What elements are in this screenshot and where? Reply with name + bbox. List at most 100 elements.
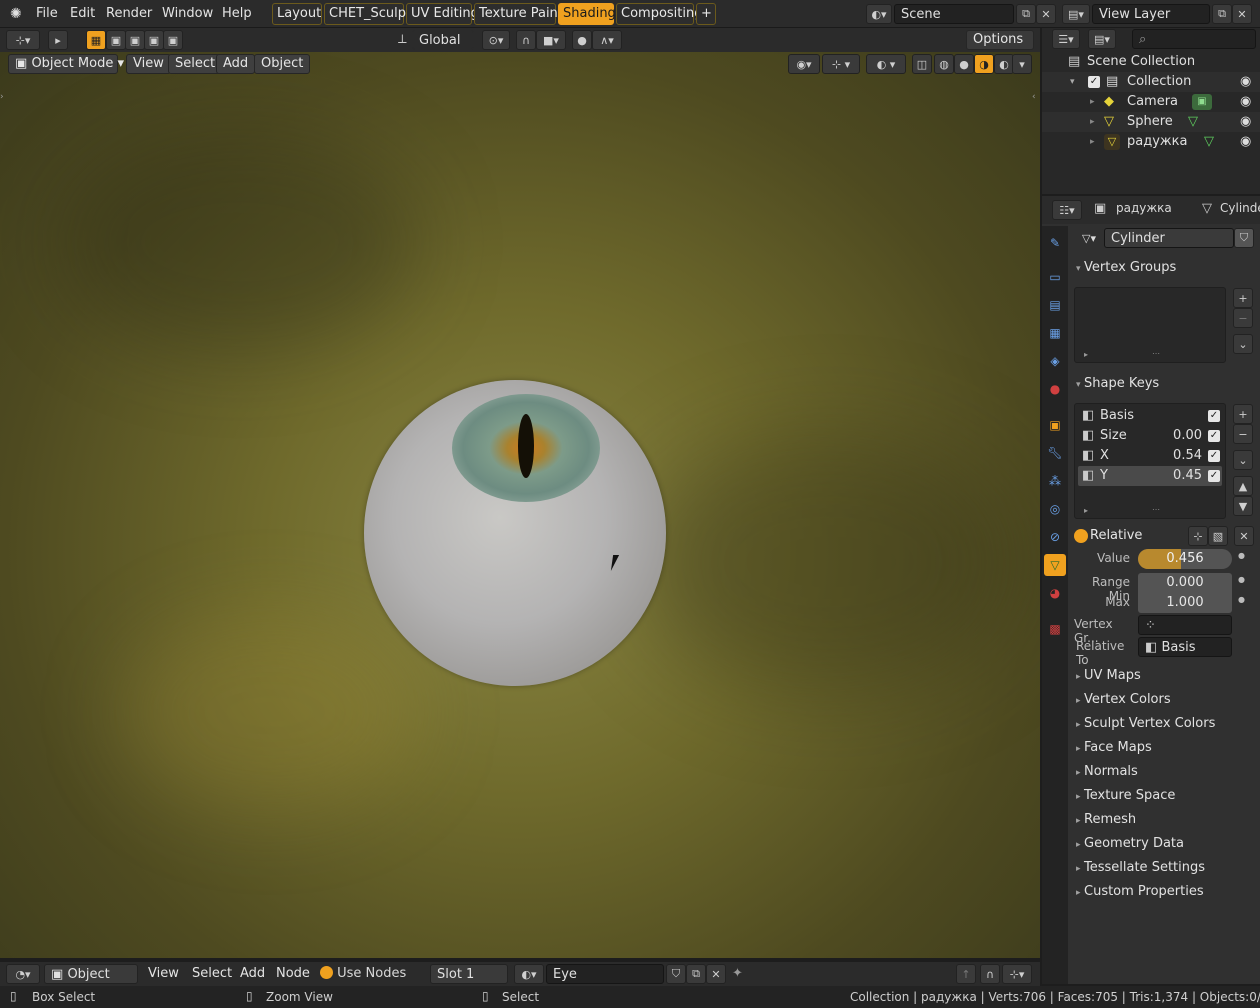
range-min-field[interactable]: 0.000: [1138, 573, 1232, 593]
add-vertex-group-icon[interactable]: +: [1233, 288, 1253, 308]
shape-key-y[interactable]: ◧ Y 0.45 ✓: [1078, 466, 1222, 486]
shape-key-size[interactable]: ◧ Size 0.00 ✓: [1078, 426, 1222, 446]
shape-key-mute-checkbox[interactable]: ✓: [1208, 430, 1220, 442]
outliner-collection[interactable]: ▾ ✓ ▤ Collection ◉: [1042, 72, 1260, 92]
panel-face-maps[interactable]: ▸ Face Maps: [1070, 737, 1260, 759]
select-tool-icon[interactable]: ▸: [48, 30, 68, 50]
fake-user-shield-icon[interactable]: ⛉: [1234, 228, 1254, 248]
shader-menu-node[interactable]: Node: [270, 964, 316, 984]
visibility-eye-icon[interactable]: ◉: [1240, 72, 1251, 92]
view-layer-tab-icon[interactable]: ▦: [1044, 322, 1066, 344]
move-shape-key-up-icon[interactable]: ▲: [1233, 476, 1253, 496]
value-slider[interactable]: 0.456: [1138, 549, 1232, 569]
panel-normals[interactable]: ▸ Normals: [1070, 761, 1260, 783]
panel-shape-keys[interactable]: ▾ Shape Keys: [1070, 373, 1260, 395]
panel-uv-maps[interactable]: ▸ UV Maps: [1070, 665, 1260, 687]
outliner-item-camera[interactable]: ▸ ◆ Camera ▣ ◉: [1042, 92, 1260, 112]
shape-key-mute-checkbox[interactable]: ✓: [1208, 450, 1220, 462]
shape-key-basis[interactable]: ◧ Basis ✓: [1078, 406, 1222, 426]
panel-vertex-groups[interactable]: ▾ Vertex Groups: [1070, 257, 1260, 279]
visibility-icon[interactable]: ◉▾: [788, 54, 820, 74]
menu-render[interactable]: Render: [100, 4, 158, 24]
constraints-tab-icon[interactable]: ⊘: [1044, 526, 1066, 548]
outliner-search-input[interactable]: ⌕: [1132, 29, 1256, 49]
mesh-browse-icon[interactable]: ▽▾: [1074, 228, 1104, 248]
collection-checkbox[interactable]: ✓: [1088, 76, 1100, 88]
wireframe-shading-icon[interactable]: ◍: [934, 54, 954, 74]
pivot-icon[interactable]: ⊙▾: [482, 30, 510, 50]
proportional-edit-icon[interactable]: ●: [572, 30, 592, 50]
shader-menu-view[interactable]: View: [142, 964, 185, 984]
solid-shading-icon[interactable]: ●: [954, 54, 974, 74]
texture-tab-icon[interactable]: ▩: [1044, 618, 1066, 640]
panel-texture-space[interactable]: ▸ Texture Space: [1070, 785, 1260, 807]
view-layer-new-icon[interactable]: ⧉: [1212, 4, 1232, 24]
material-new-icon[interactable]: ⧉: [686, 964, 706, 984]
panel-vertex-colors[interactable]: ▸ Vertex Colors: [1070, 689, 1260, 711]
material-browse-icon[interactable]: ◐▾: [514, 964, 544, 984]
options-dropdown[interactable]: Options: [966, 30, 1034, 50]
transform-orientation-dropdown[interactable]: Global: [412, 30, 474, 50]
xray-icon[interactable]: ◫: [912, 54, 932, 74]
visibility-eye-icon[interactable]: ◉: [1240, 92, 1251, 112]
remove-shape-key-icon[interactable]: −: [1233, 424, 1253, 444]
shading-options-icon[interactable]: ▾: [1012, 54, 1032, 74]
mesh-data-tab-icon[interactable]: ▽: [1044, 554, 1066, 576]
shape-key-edit-mode-icon[interactable]: ▧: [1208, 526, 1228, 546]
outliner-display-mode-icon[interactable]: ▤▾: [1088, 29, 1116, 49]
breadcrumb-object[interactable]: радужка: [1116, 201, 1172, 215]
collapse-arrow-left-icon[interactable]: ›: [0, 92, 4, 102]
tab-texture-paint[interactable]: Texture Paint: [474, 3, 563, 25]
modifier-tab-icon[interactable]: 🔧︎: [1044, 442, 1066, 464]
move-shape-key-down-icon[interactable]: ▼: [1233, 496, 1253, 516]
list-resize-handle-icon[interactable]: ⋯: [1152, 505, 1160, 514]
select-intersect-icon[interactable]: ▣: [163, 30, 183, 50]
material-preview-icon[interactable]: ◑: [974, 54, 994, 74]
mesh-name-field[interactable]: Cylinder: [1104, 228, 1234, 248]
expand-arrow-icon[interactable]: ▸: [1090, 92, 1095, 112]
material-unlink-icon[interactable]: ✕: [706, 964, 726, 984]
breadcrumb-data[interactable]: Cylinde: [1220, 201, 1260, 215]
menu-file[interactable]: File: [30, 4, 64, 24]
list-expand-icon[interactable]: ▸: [1084, 506, 1088, 515]
viewport-menu-object[interactable]: Object: [254, 54, 311, 74]
tool-tab-icon[interactable]: ✎: [1044, 232, 1066, 254]
slot-dropdown[interactable]: Slot 1: [430, 964, 508, 984]
list-expand-icon[interactable]: ▸: [1084, 350, 1088, 359]
view-layer-close-icon[interactable]: ✕: [1232, 4, 1252, 24]
outliner-item-iris[interactable]: ▸ ▽ радужка ▽ ◉: [1042, 132, 1260, 152]
panel-custom-properties[interactable]: ▸ Custom Properties: [1070, 881, 1260, 903]
visibility-eye-icon[interactable]: ◉: [1240, 132, 1251, 152]
snap-node-icon[interactable]: ∩: [980, 964, 1000, 984]
mesh-data-icon[interactable]: ▽: [1204, 132, 1214, 152]
shape-key-x[interactable]: ◧ X 0.54 ✓: [1078, 446, 1222, 466]
scene-close-icon[interactable]: ✕: [1036, 4, 1056, 24]
panel-tessellate-settings[interactable]: ▸ Tessellate Settings: [1070, 857, 1260, 879]
list-resize-handle-icon[interactable]: ⋯: [1152, 349, 1160, 358]
outliner-item-sphere[interactable]: ▸ ▽ Sphere ▽ ◉: [1042, 112, 1260, 132]
rendered-shading-icon[interactable]: ◐: [994, 54, 1014, 74]
remove-vertex-group-icon[interactable]: −: [1233, 308, 1253, 328]
properties-editor-type-icon[interactable]: ☷▾: [1052, 200, 1082, 220]
shader-editor-type-icon[interactable]: ◔▾: [6, 964, 40, 984]
viewport-menu-view[interactable]: View: [126, 54, 171, 74]
mesh-data-icon[interactable]: ▽: [1188, 112, 1198, 132]
menu-window[interactable]: Window: [156, 4, 219, 24]
tab-chet-sculpt[interactable]: CHET_Sculpt: [324, 3, 411, 25]
panel-remesh[interactable]: ▸ Remesh: [1070, 809, 1260, 831]
select-invert-icon[interactable]: ▣: [144, 30, 164, 50]
keyframe-dot-icon[interactable]: ●: [1238, 575, 1245, 584]
menu-help[interactable]: Help: [216, 4, 258, 24]
viewport-menu-select[interactable]: Select: [168, 54, 223, 74]
scene-tab-icon[interactable]: ◈: [1044, 350, 1066, 372]
render-tab-icon[interactable]: ▭: [1044, 266, 1066, 288]
snap-icon[interactable]: ∩: [516, 30, 536, 50]
editor-type-icon[interactable]: ⊹▾: [6, 30, 40, 50]
relative-toggle[interactable]: Relative: [1074, 526, 1184, 546]
tab-compositing[interactable]: Compositing: [616, 3, 703, 25]
tab-layout[interactable]: Layout: [272, 3, 322, 25]
viewport-menu-add[interactable]: Add: [216, 54, 256, 74]
snap-target-icon[interactable]: ■▾: [536, 30, 566, 50]
keyframe-dot-icon[interactable]: ●: [1238, 595, 1245, 604]
view-layer-field[interactable]: View Layer: [1092, 4, 1210, 24]
